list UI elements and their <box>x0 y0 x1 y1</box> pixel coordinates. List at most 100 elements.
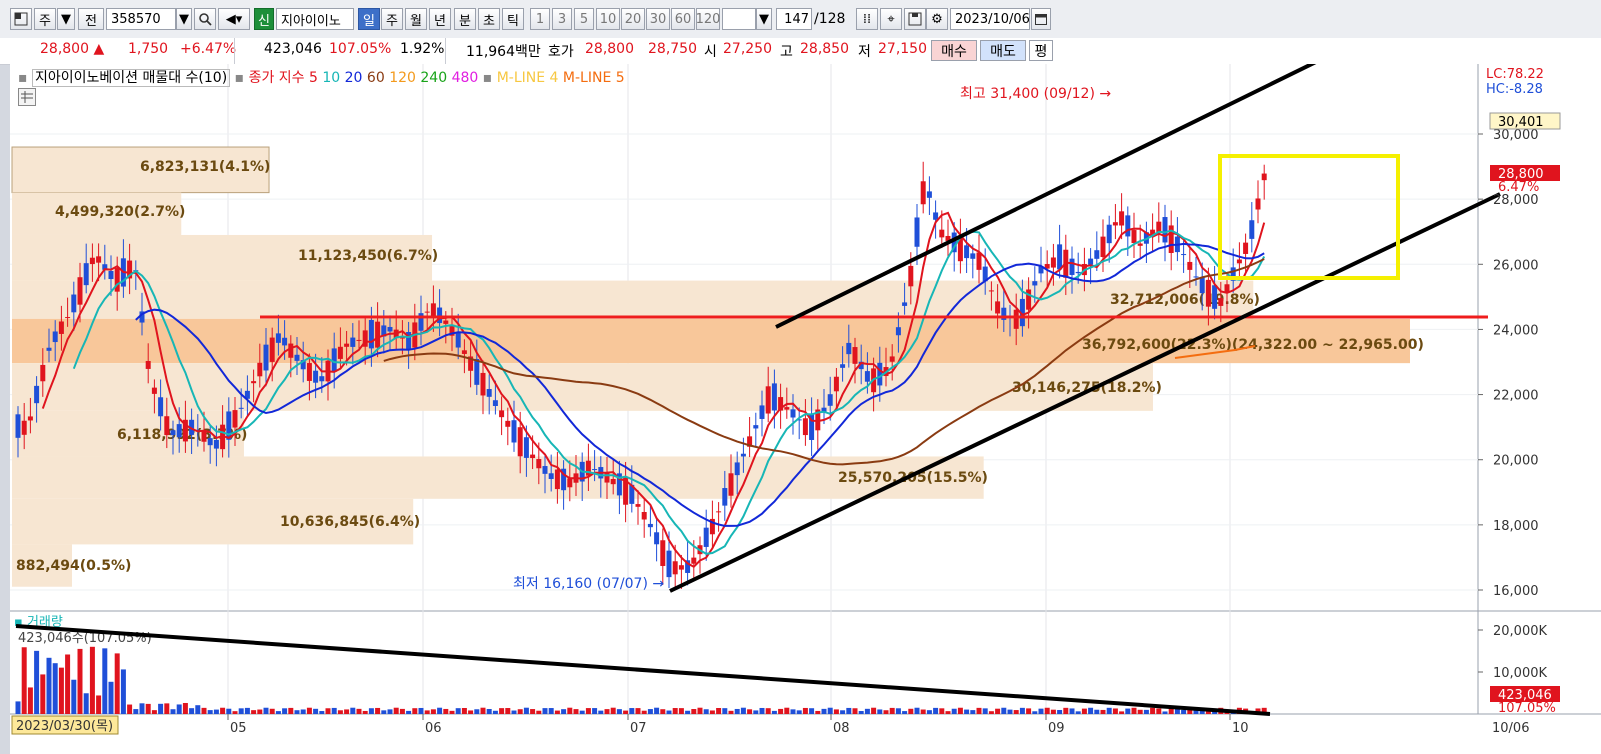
minute-60[interactable]: 60 <box>671 8 695 30</box>
candle-body <box>523 437 529 458</box>
volume-bar <box>728 710 734 714</box>
volume-bar <box>709 710 715 714</box>
grid-icon[interactable]: ⁞⁞ <box>856 8 878 30</box>
stock-code-input[interactable]: 358570 <box>106 8 176 30</box>
trade-amount: 11,964백만 <box>466 44 541 60</box>
candle-body <box>840 364 846 368</box>
volume-bar <box>443 708 449 714</box>
volume-bar <box>840 710 846 714</box>
date-input[interactable]: 2023/10/06 <box>950 8 1030 30</box>
volume-bar <box>685 710 691 714</box>
minute-3[interactable]: 3 <box>552 8 572 30</box>
candle-body <box>1218 298 1224 306</box>
crosshair-icon[interactable]: ⌖ <box>880 8 902 30</box>
volume-bar <box>1156 708 1162 714</box>
gear-icon[interactable]: ⚙ <box>926 8 948 30</box>
minute-5[interactable]: 5 <box>574 8 594 30</box>
chevron-down-icon[interactable]: ▼ <box>176 8 192 30</box>
candle-body <box>368 319 374 349</box>
ma-legend-10[interactable]: 10 <box>322 70 340 86</box>
stock-name-field[interactable]: 지아이이노 <box>276 8 354 30</box>
volume-bar <box>517 709 523 714</box>
period-year[interactable]: 년 <box>429 8 451 30</box>
period-month[interactable]: 월 <box>405 8 427 30</box>
x-tick-label: 08 <box>833 721 850 736</box>
candle-body <box>1181 254 1187 256</box>
candle-body <box>1050 257 1056 268</box>
profile-legend[interactable]: 지아이이노베이션 매물대 수(10) <box>31 69 231 87</box>
average-button[interactable]: 평 <box>1029 40 1053 61</box>
volume-bar <box>598 710 604 714</box>
type-select[interactable]: 주 <box>34 8 56 30</box>
ma-legend-title[interactable]: 종가 지수 5 <box>249 70 318 86</box>
volume-bar <box>269 708 275 714</box>
volume-bar <box>988 711 994 714</box>
candle-body <box>344 343 350 347</box>
volume-bar <box>951 708 957 714</box>
minute-20[interactable]: 20 <box>621 8 645 30</box>
search-icon[interactable] <box>194 8 216 30</box>
buy-button[interactable]: 매수 <box>931 40 977 61</box>
volume-bar <box>176 704 182 714</box>
volume-bar <box>257 709 263 714</box>
sell-button[interactable]: 매도 <box>980 40 1026 61</box>
candle-body <box>567 478 573 488</box>
prev-button[interactable]: 전 <box>78 8 104 30</box>
period-minute[interactable]: 분 <box>454 8 476 30</box>
count-input[interactable]: 147 <box>776 8 812 30</box>
bid-label: 호가 <box>548 44 574 60</box>
volume-bar <box>672 708 678 714</box>
layout-icon[interactable] <box>10 8 32 30</box>
candle-body <box>1199 277 1205 294</box>
mline5-legend[interactable]: M-LINE 5 <box>563 70 625 86</box>
volume-bar <box>561 709 567 714</box>
mline4-legend[interactable]: M-LINE 4 <box>497 70 559 86</box>
volume-profile-label: 882,494(0.5%) <box>16 558 131 574</box>
volume-bar <box>89 646 95 714</box>
ma-legend-120[interactable]: 120 <box>389 70 416 86</box>
custom-period-input[interactable] <box>722 8 756 30</box>
candle-body <box>1125 215 1131 237</box>
period-day[interactable]: 일 <box>358 8 380 30</box>
highlight-box <box>1218 154 1400 280</box>
hc-label: HC:-8.28 <box>1486 82 1543 97</box>
volume-bar <box>306 707 312 714</box>
ma-legend-480[interactable]: 480 <box>452 70 479 86</box>
candle-body <box>988 290 994 292</box>
volume-bar <box>1088 707 1094 714</box>
chevron-down-icon[interactable]: ▼ <box>756 8 772 30</box>
volume-bar <box>15 701 21 714</box>
volume-bar <box>1032 711 1038 714</box>
period-week[interactable]: 주 <box>381 8 403 30</box>
volume-bar <box>368 708 374 714</box>
speaker-icon[interactable]: ◀▾ <box>218 8 250 30</box>
minute-120[interactable]: 120 <box>696 8 720 30</box>
minute-10[interactable]: 10 <box>596 8 620 30</box>
volume-bar <box>102 648 108 714</box>
save-icon[interactable] <box>904 8 926 30</box>
volume-bar <box>1205 711 1211 714</box>
table-icon[interactable] <box>18 88 36 106</box>
chevron-down-icon[interactable]: ▼ <box>57 8 75 30</box>
ma-legend-60[interactable]: 60 <box>367 70 385 86</box>
ma-legend-20[interactable]: 20 <box>345 70 363 86</box>
volume-bar <box>474 709 480 714</box>
minute-1[interactable]: 1 <box>530 8 550 30</box>
volume-bar <box>1162 711 1168 714</box>
period-second[interactable]: 초 <box>478 8 500 30</box>
candle-body <box>52 331 58 343</box>
price-chart[interactable]: 6,823,131(4.1%) 4,499,320(2.7%) 11,123,450… <box>10 64 1601 754</box>
candle-body <box>895 327 901 336</box>
period-tick[interactable]: 틱 <box>502 8 524 30</box>
volume-bar <box>821 708 827 714</box>
volume-bar <box>964 709 970 714</box>
ma-legend-240[interactable]: 240 <box>420 70 447 86</box>
chart-area[interactable]: 6,823,131(4.1%) 4,499,320(2.7%) 11,123,450… <box>10 64 1601 754</box>
candle-body <box>734 462 740 476</box>
volume-profile-label: 10,636,845(6.4%) <box>280 514 420 530</box>
volume-bar <box>158 703 164 714</box>
calendar-icon[interactable] <box>1031 8 1051 30</box>
volume-bar <box>1069 708 1075 714</box>
minute-30[interactable]: 30 <box>646 8 670 30</box>
volume-bar <box>77 648 83 714</box>
